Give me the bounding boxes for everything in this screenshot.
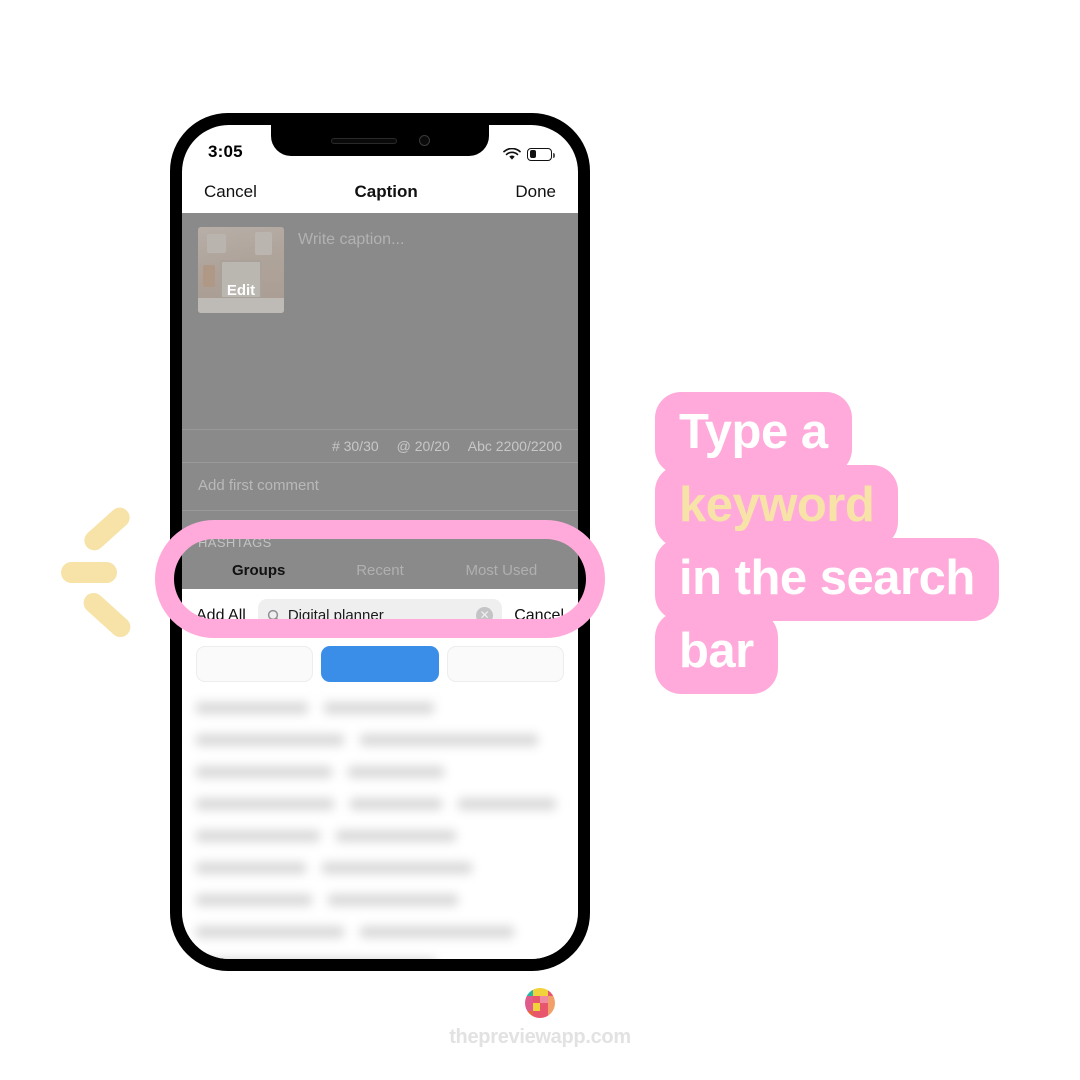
hashtag-result-row[interactable] xyxy=(196,798,564,810)
character-counter: Abc 2200/2200 xyxy=(467,438,562,454)
post-thumbnail[interactable]: Edit xyxy=(198,227,284,313)
hashtag-result-row[interactable] xyxy=(196,862,564,874)
hashtag-result-item[interactable] xyxy=(196,702,308,714)
hashtag-result-row[interactable] xyxy=(196,926,564,938)
caption-counters: # 30/30 @ 20/20 Abc 2200/2200 xyxy=(182,429,578,463)
status-indicators xyxy=(503,144,555,161)
status-time: 3:05 xyxy=(208,142,243,161)
hashtags-section-label: HASHTAGS xyxy=(198,535,272,550)
hashtag-result-item[interactable] xyxy=(328,894,458,906)
logo-cell xyxy=(540,1003,548,1011)
battery-icon xyxy=(527,147,555,161)
hashtag-result-row[interactable] xyxy=(196,734,564,746)
caption-nav-bar: Cancel Caption Done xyxy=(182,171,578,213)
chip-option-3[interactable] xyxy=(446,646,564,682)
logo-cell xyxy=(540,988,548,996)
hashtag-result-item[interactable] xyxy=(196,798,334,810)
add-all-button[interactable]: Add All xyxy=(196,607,246,625)
phone-notch xyxy=(271,125,489,156)
logo-cell xyxy=(525,988,533,996)
hashtag-result-row[interactable] xyxy=(196,830,564,842)
logo-cell xyxy=(532,995,540,1003)
callout-line: Type a xyxy=(655,392,852,475)
hashtag-result-item[interactable] xyxy=(196,734,344,746)
hashtag-result-row[interactable] xyxy=(196,766,564,778)
hashtag-result-item[interactable] xyxy=(324,702,434,714)
chip-option-2-selected[interactable] xyxy=(321,646,439,682)
caption-row: Edit Write caption... xyxy=(182,213,578,313)
front-camera-icon xyxy=(418,135,430,146)
logo-cell xyxy=(547,1003,555,1011)
logo-cell xyxy=(547,988,555,996)
search-input[interactable]: Digital planner ✕ xyxy=(257,599,503,632)
hashtag-result-item[interactable] xyxy=(196,926,344,938)
hashtag-result-row[interactable] xyxy=(196,702,564,714)
tab-most-used[interactable]: Most Used xyxy=(441,562,562,579)
footer-watermark: thepreviewapp.com xyxy=(0,988,1080,1049)
clear-search-icon[interactable]: ✕ xyxy=(476,607,494,624)
page-title: Caption xyxy=(354,182,418,201)
mention-counter: @ 20/20 xyxy=(396,438,450,454)
tab-groups[interactable]: Groups xyxy=(198,562,319,579)
hashtag-result-item[interactable] xyxy=(196,894,312,906)
instruction-callout: Type a keyword in the search bar xyxy=(655,392,999,694)
phone-screen: 3:05 Cancel Caption Done Edit Write capt… xyxy=(182,125,578,959)
hashtag-results-list[interactable] xyxy=(182,692,578,959)
logo-cell xyxy=(532,1010,540,1018)
dimmed-caption-area: Edit Write caption... # 30/30 @ 20/20 Ab… xyxy=(182,213,578,589)
edit-thumbnail-label[interactable]: Edit xyxy=(198,282,284,299)
tab-recent[interactable]: Recent xyxy=(319,562,440,579)
hashtag-result-item[interactable] xyxy=(196,958,436,959)
speaker-icon xyxy=(330,137,397,144)
hashtag-result-item[interactable] xyxy=(458,798,556,810)
chip-option-1[interactable] xyxy=(196,646,314,682)
done-button[interactable]: Done xyxy=(515,182,556,202)
caption-input[interactable]: Write caption... xyxy=(298,227,404,313)
wifi-icon xyxy=(503,147,521,160)
logo-cell xyxy=(540,995,548,1003)
search-input-value[interactable]: Digital planner xyxy=(288,607,469,624)
sparkle-dash-icon xyxy=(80,503,134,555)
callout-line: bar xyxy=(655,611,778,694)
hashtag-tabs: Groups Recent Most Used xyxy=(182,558,578,589)
hashtag-result-item[interactable] xyxy=(196,830,320,842)
logo-cell xyxy=(540,1010,548,1018)
hashtag-result-item[interactable] xyxy=(360,926,514,938)
search-icon xyxy=(267,609,281,623)
search-cancel-button[interactable]: Cancel xyxy=(514,607,564,625)
watermark-text: thepreviewapp.com xyxy=(449,1026,631,1048)
logo-cell xyxy=(525,1010,533,1018)
logo-cell xyxy=(532,1003,540,1011)
logo-cell xyxy=(525,1003,533,1011)
logo-cell xyxy=(547,995,555,1003)
logo-cell xyxy=(547,1010,555,1018)
hashtag-result-item[interactable] xyxy=(336,830,456,842)
callout-line-accent: keyword xyxy=(655,465,899,548)
hashtag-result-item[interactable] xyxy=(196,766,332,778)
hashtag-search-bar: Add All Digital planner ✕ Cancel xyxy=(182,589,578,642)
first-comment-input[interactable]: Add first comment xyxy=(182,463,578,511)
callout-line: in the search xyxy=(655,538,999,621)
sparkle-dash-icon xyxy=(79,588,135,642)
hashtag-result-row[interactable] xyxy=(196,894,564,906)
sparkle-dash-icon xyxy=(61,562,117,583)
logo-cell xyxy=(525,995,533,1003)
logo-cell xyxy=(532,988,540,996)
preview-app-logo-icon xyxy=(525,988,555,1018)
hashtag-result-item[interactable] xyxy=(348,766,444,778)
cancel-button[interactable]: Cancel xyxy=(204,182,257,202)
hashtag-result-item[interactable] xyxy=(196,862,306,874)
hashtag-result-item[interactable] xyxy=(322,862,472,874)
hashtag-result-row[interactable] xyxy=(196,958,564,959)
hashtag-counter: # 30/30 xyxy=(331,438,379,454)
hashtag-chip-row xyxy=(182,642,578,692)
hashtag-result-item[interactable] xyxy=(360,734,538,746)
phone-mockup: 3:05 Cancel Caption Done Edit Write capt… xyxy=(170,113,590,971)
hashtag-result-item[interactable] xyxy=(350,798,442,810)
